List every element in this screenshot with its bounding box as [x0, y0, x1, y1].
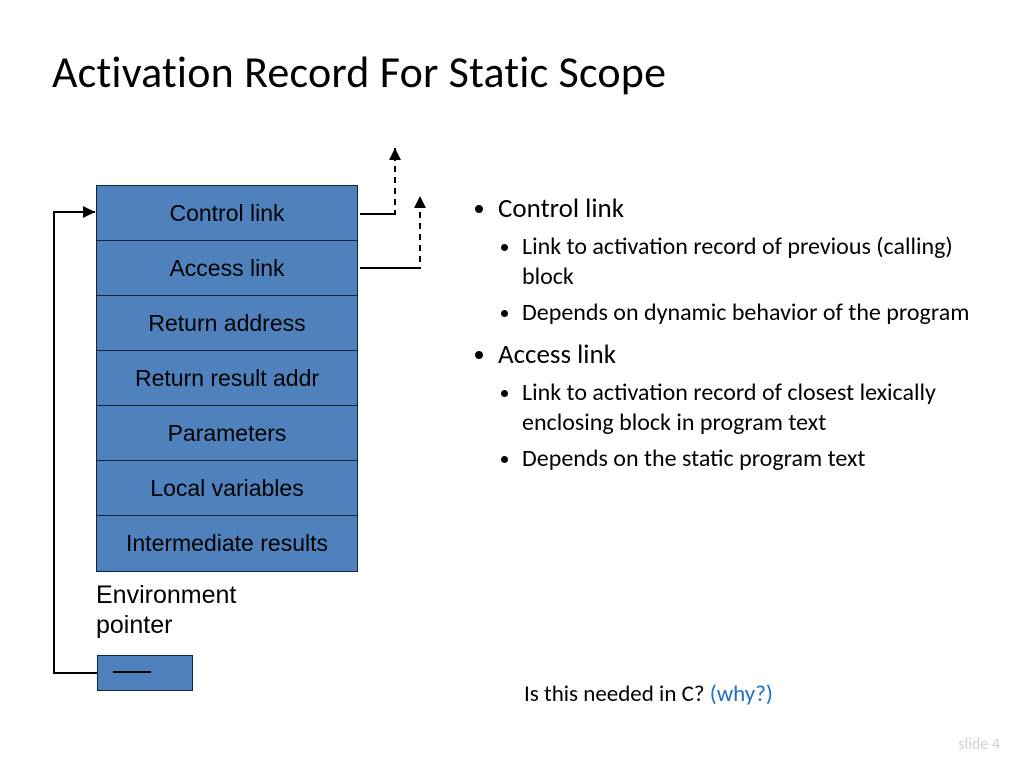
activation-record-stack: Control link Access link Return address … [96, 185, 358, 572]
bullet-access-link-desc1: Link to activation record of closest lex… [522, 378, 970, 438]
question-main: Is this needed in C? [524, 680, 710, 708]
stack-row: Intermediate results [97, 516, 357, 571]
bullet-access-link-desc2: Depends on the static program text [522, 444, 970, 474]
bullet-control-link: Control link [498, 192, 970, 226]
slide-number: slide 4 [958, 735, 1000, 754]
stack-row: Access link [97, 241, 357, 296]
slide: Activation Record For Static Scope Contr… [0, 0, 1024, 768]
question-why: (why?) [710, 680, 773, 708]
env-pointer-box [97, 655, 193, 691]
stack-row: Parameters [97, 406, 357, 461]
env-line1: Environment [96, 581, 236, 609]
bullet-content: Control link Link to activation record o… [472, 192, 970, 480]
stack-row: Return result addr [97, 351, 357, 406]
env-line2: pointer [96, 611, 172, 639]
slide-title: Activation Record For Static Scope [52, 45, 666, 99]
stack-row: Local variables [97, 461, 357, 516]
env-pointer-label: Environment pointer [96, 580, 236, 640]
stack-row: Control link [97, 186, 357, 241]
question-text: Is this needed in C? (why?) [524, 680, 773, 708]
stack-row: Return address [97, 296, 357, 351]
env-pointer-bar [113, 671, 151, 673]
bullet-control-link-desc2: Depends on dynamic behavior of the progr… [522, 298, 970, 328]
bullet-control-link-desc1: Link to activation record of previous (c… [522, 232, 970, 292]
bullet-access-link: Access link [498, 338, 970, 372]
